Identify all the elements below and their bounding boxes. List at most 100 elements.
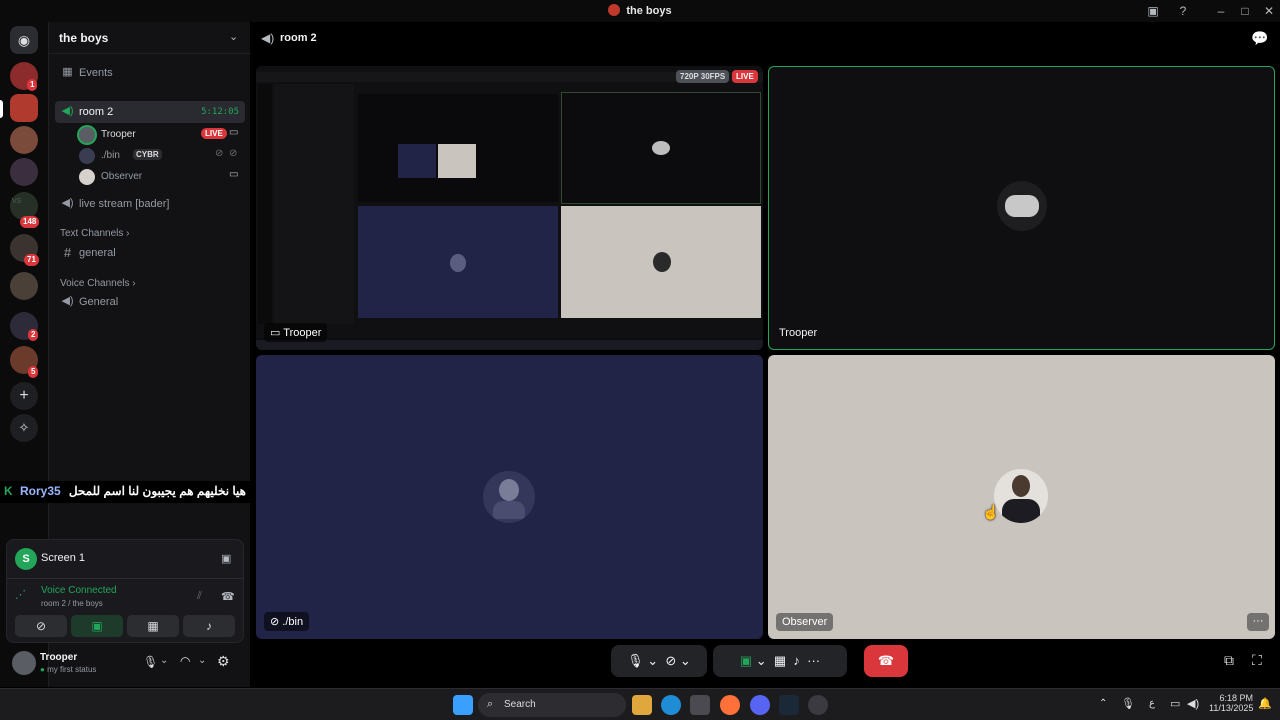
voice-channel-general[interactable]: ◀) General [55,291,245,313]
screen-share-icon: ▣ [739,653,753,668]
mouse-cursor-icon: ☝ [982,504,1000,520]
voice-user-trooper[interactable]: Trooper LIVE ▭ [55,124,245,145]
discord-home-icon[interactable]: ◉ [10,26,38,54]
taskbar-search[interactable]: ⌕ Search [478,693,626,717]
channel-name: general [79,247,116,259]
nested-sidebar [274,84,354,324]
chat-bubble-icon[interactable]: 💬 [1251,30,1268,47]
voice-user-bin[interactable]: ./bin CYBR ⊘ ⊘ [55,145,245,166]
call-controls: 🎙 ⌄ ⊘ ⌄ ▣ ⌄ ▦ ♪ ··· ☎ [611,645,911,679]
mention-badge: 1 [27,79,38,91]
text-channel-general[interactable]: # general [55,242,245,264]
discord-icon[interactable] [750,695,770,715]
volume-icon[interactable]: ◀) [1187,697,1199,710]
camera-off-icon: ⊘ [665,653,677,668]
category-text-channels[interactable]: Text Channels › [60,228,129,239]
stream-quality-badge: 720P 30FPS [676,70,730,83]
app-icon[interactable] [808,695,828,715]
file-explorer-icon[interactable] [632,695,652,715]
search-label: Search [504,699,536,710]
user-avatar[interactable] [12,651,36,675]
screen-share-icon: ▭ [229,169,239,180]
server-folder-icon[interactable] [10,158,38,186]
chevron-up-icon[interactable]: ⌃ [1099,698,1107,709]
close-button[interactable]: ✕ [1260,2,1278,20]
mute-button[interactable]: 🎙 ⌄ ⊘ ⌄ [611,645,707,677]
category-voice-channels[interactable]: Voice Channels › [60,278,136,289]
server-folder-icon[interactable] [10,272,38,300]
events-link[interactable]: ▦ Events [55,62,245,84]
server-icon[interactable] [10,126,38,154]
camera-tile-trooper[interactable]: Trooper [768,66,1275,350]
help-icon[interactable]: ? [1174,2,1192,20]
headphones-icon[interactable]: ◠ [180,654,190,668]
speaker-icon: ◀) [61,197,74,209]
clock[interactable]: 6:18 PM 11/13/2025 [1209,693,1253,713]
edge-icon[interactable] [661,695,681,715]
activities-icon: ▦ [773,653,787,668]
noise-suppression-icon[interactable]: ⫽ [197,590,202,603]
chevron-down-icon[interactable]: ⌄ [198,655,206,666]
voice-location[interactable]: room 2 / the boys [41,599,103,608]
share-controls[interactable]: ▣ ⌄ ▦ ♪ ··· [713,645,847,677]
start-button-icon[interactable] [453,695,473,715]
user-avatar [997,181,1047,231]
video-off-icon: ⊘ [270,616,283,628]
voice-channel-live-stream[interactable]: ◀) live stream [bader] [55,193,245,215]
maximize-button[interactable]: □ [1236,2,1254,20]
fullscreen-icon[interactable]: ⛶ [1252,652,1262,669]
stream-tile-trooper[interactable]: 720P 30FPS LIVE ▭ Trooper [256,66,763,350]
video-off-icon: ⊘ [215,148,224,159]
server-icon-the-boys[interactable] [10,94,38,122]
user-status-row: ● my first status [40,665,97,674]
firefox-icon[interactable] [720,695,740,715]
events-label: Events [79,67,113,79]
screen-share-button[interactable]: ▣ [71,615,123,637]
guild-tag: CYBR [133,149,162,160]
tile-label: Observer [776,613,834,631]
discord-app: the boys ▣ ? – □ ✕ ◉ 1 VS 148 71 2 5 + ✧… [0,0,1280,720]
activities-button[interactable]: ▦ [127,615,179,637]
camera-tile-bin[interactable]: ⊘ ./bin [256,355,763,639]
speaker-icon: ◀) [261,31,275,45]
pop-out-icon[interactable]: ⧉ [1224,652,1234,669]
server-header[interactable]: the boys ⌄ [49,22,251,54]
store-icon[interactable] [690,695,710,715]
hang-up-button[interactable]: ☎ [864,645,908,677]
inbox-icon[interactable]: ▣ [1144,2,1162,20]
camera-tile-observer[interactable]: Observer ··· [768,355,1275,639]
notifications-icon[interactable]: 🔔 [1258,697,1272,710]
add-server-icon[interactable]: + [10,382,38,410]
clock-time: 6:18 PM [1219,693,1253,703]
channel-name: General [79,296,119,308]
settings-gear-icon[interactable]: ⚙ [217,653,230,670]
chat-username: Rory35 [20,484,61,498]
voice-channel-room-2[interactable]: ◀) room 2 5:12:05 [55,101,245,123]
minimize-button[interactable]: – [1212,2,1230,20]
live-badge: LIVE [732,70,758,83]
stop-stream-icon[interactable]: ▣ [221,552,231,565]
screen-share-icon: ▭ [229,127,239,138]
more-icon: ··· [807,653,821,668]
network-icon[interactable]: ▭ [1170,697,1180,710]
mention-badge: 148 [20,216,40,228]
soundboard-button[interactable]: ♪ [183,615,235,637]
language-indicator[interactable]: ع [1149,698,1155,709]
mic-icon[interactable]: 🎙 [143,655,158,669]
clock-date: 11/13/2025 [1209,703,1254,713]
discover-icon[interactable]: ✧ [10,414,38,442]
more-options-icon[interactable]: ··· [1247,613,1269,631]
user-avatar [483,471,535,523]
channel-name: room 2 [79,106,114,118]
window-title: the boys [0,4,1280,17]
mic-tray-icon[interactable]: 🎙 [1121,697,1135,710]
disconnect-icon[interactable]: ☎ [221,590,235,603]
screen-avatar: S [15,548,37,570]
stage-header: ◀) room 2 💬 [251,22,1280,56]
toggle-camera-button[interactable]: ⊘ [15,615,67,637]
voice-user-observer[interactable]: Observer ▭ [55,166,245,187]
user-name: Trooper [101,129,136,140]
chevron-down-icon[interactable]: ⌄ [160,655,168,666]
kick-icon: K [4,484,13,498]
steam-icon[interactable] [779,695,799,715]
